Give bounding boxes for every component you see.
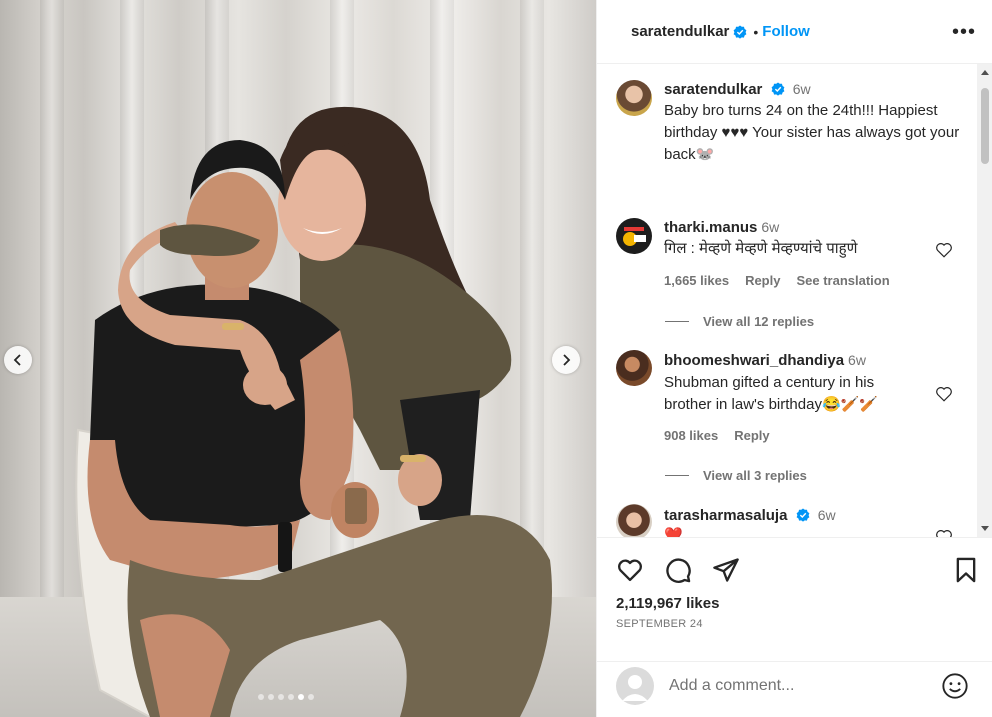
caption-username[interactable]: saratendulkar 6w <box>664 81 811 98</box>
header-separator: • <box>753 23 759 40</box>
carousel-dot <box>298 694 304 700</box>
comment-username[interactable]: tharki.manus 6w <box>664 219 779 236</box>
next-photo-button[interactable] <box>552 346 580 374</box>
follow-button[interactable]: Follow <box>762 23 810 40</box>
comment-text: ❤️ <box>664 527 683 537</box>
comment-likes[interactable]: 1,665 likes <box>664 273 729 288</box>
comments-list[interactable]: saratendulkar 6w Baby bro turns 24 on th… <box>597 64 977 537</box>
avatar-image <box>623 227 646 246</box>
comment-username-text[interactable]: tharki.manus <box>664 219 757 236</box>
caption-username-text[interactable]: saratendulkar <box>664 81 762 98</box>
carousel-dot <box>258 694 264 700</box>
verified-badge-icon <box>796 508 809 522</box>
comment-icon[interactable] <box>664 556 692 584</box>
view-replies-button[interactable]: View all 12 replies <box>665 314 814 329</box>
comment-meta: 1,665 likes Reply See translation <box>664 273 890 288</box>
carousel-indicator <box>258 694 314 700</box>
carousel-dot <box>268 694 274 700</box>
previous-photo-button[interactable] <box>4 346 32 374</box>
post-date: SEPTEMBER 24 <box>616 618 703 630</box>
comment-meta: 908 likes Reply <box>664 428 770 443</box>
scrollbar-thumb[interactable] <box>981 88 989 164</box>
author-username[interactable]: saratendulkar <box>631 23 729 40</box>
comment-text: Shubman gifted a century in his brother … <box>664 374 878 413</box>
comment-text: गिल : मेव्हणे मेव्हणे मेव्हण्यांचे पाहुण… <box>664 240 858 257</box>
comment-username-text[interactable]: tarasharmasaluja <box>664 507 787 524</box>
chevron-right-icon <box>563 354 571 366</box>
reply-button[interactable]: Reply <box>734 428 769 443</box>
view-replies-button[interactable]: View all 3 replies <box>665 468 807 483</box>
comment-like-heart-icon[interactable] <box>935 241 953 259</box>
caption-avatar[interactable] <box>616 80 652 116</box>
caption-text: Baby bro turns 24 on the 24th!!! Happies… <box>664 102 960 163</box>
add-comment-bar <box>597 661 992 717</box>
carousel-dot <box>288 694 294 700</box>
bookmark-icon[interactable] <box>952 556 980 584</box>
comment-like-heart-icon[interactable] <box>935 385 953 403</box>
comment-avatar[interactable] <box>616 504 652 537</box>
comment-time: 6w <box>817 507 836 523</box>
post-actions: 2,119,967 likes SEPTEMBER 24 <box>597 537 992 661</box>
comment-likes[interactable]: 908 likes <box>664 428 718 443</box>
verified-badge-icon <box>734 24 747 39</box>
carousel-dot <box>308 694 314 700</box>
reply-button[interactable]: Reply <box>745 273 780 288</box>
comments-scrollbar[interactable] <box>977 64 992 537</box>
emoji-icon[interactable] <box>941 672 969 700</box>
comment-username[interactable]: bhoomeshwari_dhandiya 6w <box>664 352 866 369</box>
photo-subjects <box>75 106 552 717</box>
default-avatar-icon <box>622 675 648 701</box>
scroll-up-arrow-icon[interactable] <box>981 70 989 75</box>
comment-username-text[interactable]: bhoomeshwari_dhandiya <box>664 352 844 369</box>
replies-divider <box>665 321 689 322</box>
comment-username[interactable]: tarasharmasaluja 6w <box>664 507 836 524</box>
more-options-button[interactable]: ••• <box>952 22 976 42</box>
comment-like-heart-icon[interactable] <box>935 528 953 537</box>
current-user-avatar <box>616 667 654 705</box>
post-header: saratendulkar • Follow ••• <box>597 0 992 64</box>
post-photo <box>0 0 596 717</box>
comment-avatar[interactable] <box>616 350 652 386</box>
replies-divider <box>665 475 689 476</box>
caption-time: 6w <box>792 81 811 97</box>
likes-count[interactable]: 2,119,967 likes <box>616 595 719 612</box>
post-sidebar: saratendulkar • Follow ••• saratendulkar… <box>596 0 992 717</box>
add-comment-input[interactable] <box>669 674 929 698</box>
comment-time: 6w <box>761 219 780 235</box>
comment-avatar[interactable] <box>616 218 652 254</box>
scroll-down-arrow-icon[interactable] <box>981 526 989 531</box>
heart-icon[interactable] <box>616 556 644 584</box>
chevron-left-icon <box>13 354 21 366</box>
see-translation-button[interactable]: See translation <box>796 273 889 288</box>
verified-badge-icon <box>771 82 784 96</box>
comment-time: 6w <box>848 352 866 368</box>
view-replies-label[interactable]: View all 12 replies <box>703 314 814 329</box>
view-replies-label[interactable]: View all 3 replies <box>703 468 807 483</box>
carousel-dot <box>278 694 284 700</box>
send-icon[interactable] <box>712 556 740 584</box>
